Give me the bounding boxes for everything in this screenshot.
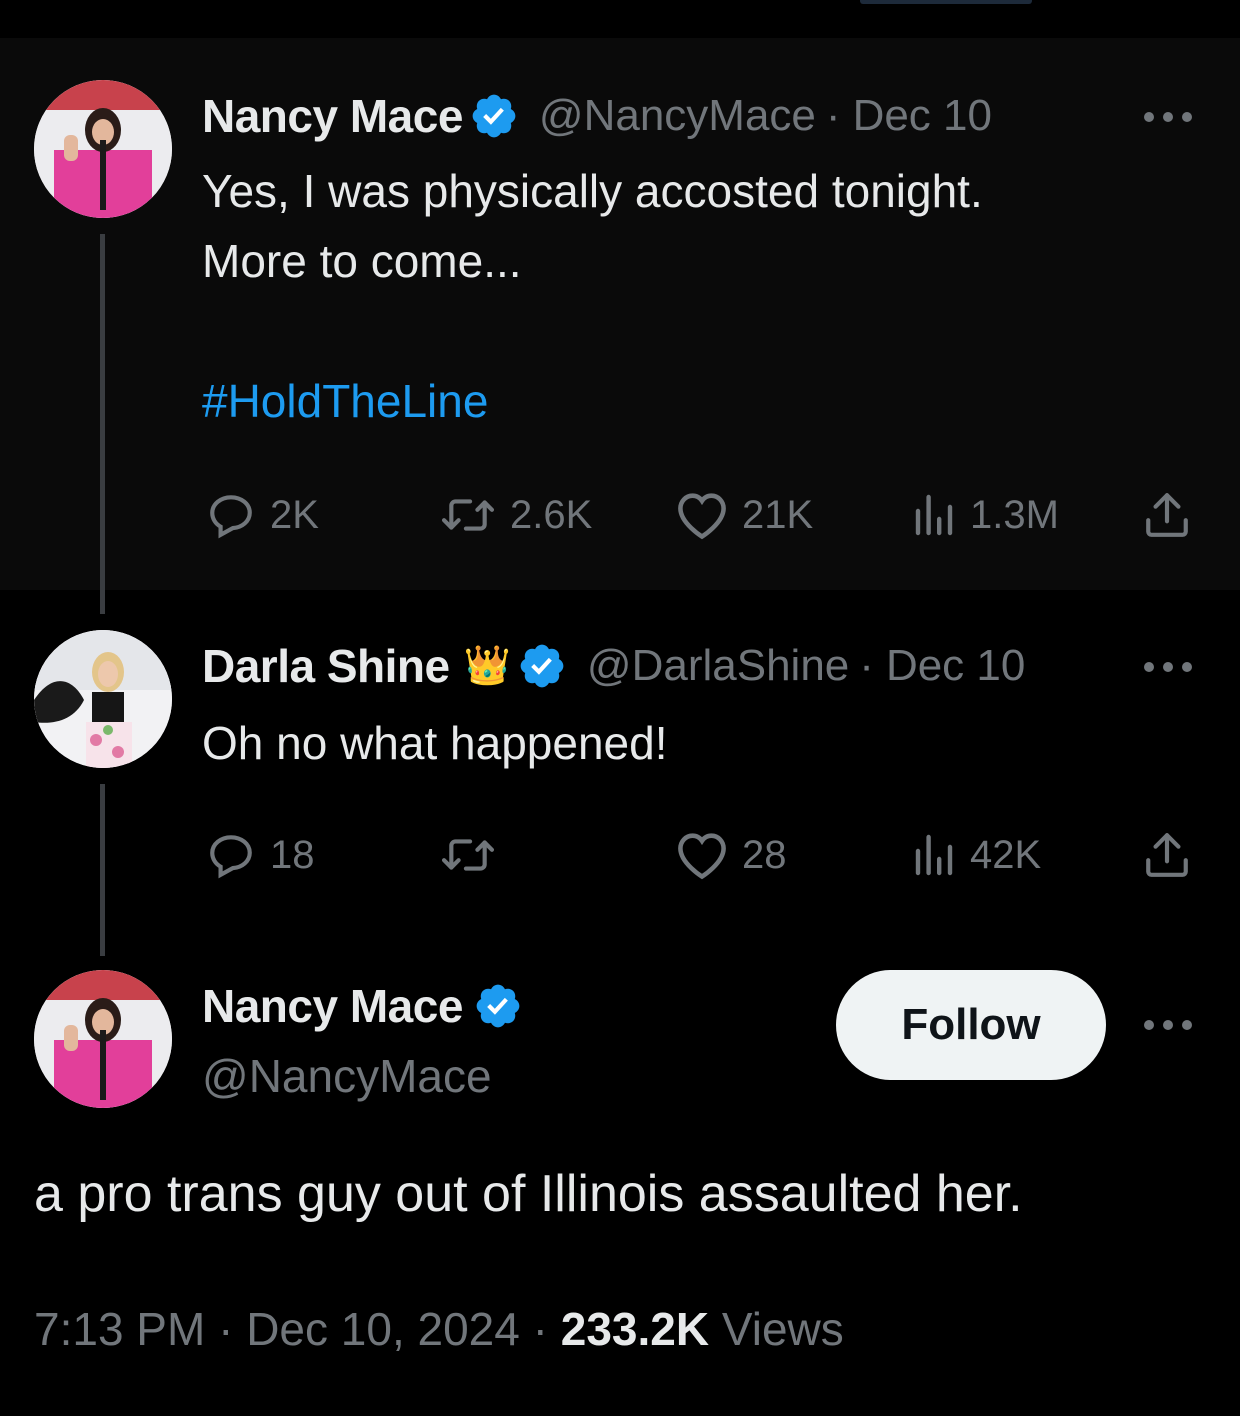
hashtag-link[interactable]: #HoldTheLine — [202, 374, 488, 428]
avatar-nancy-mace[interactable] — [34, 970, 172, 1108]
tweet-time[interactable]: 7:13 PM — [34, 1303, 205, 1355]
author-handle[interactable]: @NancyMace — [202, 1049, 492, 1103]
share-icon — [1146, 493, 1188, 537]
crown-badge: 👑 — [463, 645, 511, 687]
avatar-nancy-mace[interactable] — [34, 80, 172, 218]
repost-button[interactable] — [438, 830, 510, 880]
repost-button[interactable]: 2.6K — [438, 490, 592, 540]
share-button[interactable] — [1142, 830, 1192, 880]
verified-badge-icon — [520, 644, 564, 688]
like-button[interactable]: 28 — [674, 830, 787, 880]
more-icon[interactable] — [1142, 110, 1194, 124]
share-button[interactable] — [1142, 490, 1192, 540]
views-button[interactable]: 1.3M — [910, 490, 1059, 540]
top-bar — [0, 0, 1240, 38]
tweet-meta: 7:13 PM · Dec 10, 2024 · 233.2K Views — [34, 1302, 844, 1356]
like-icon — [678, 493, 726, 540]
top-indicator — [860, 0, 1032, 4]
thread-line — [100, 234, 105, 614]
tweet-date[interactable]: Dec 10 — [886, 641, 1025, 691]
verified-badge-icon — [472, 94, 516, 138]
tweet-text: Oh no what happened! — [202, 717, 668, 769]
separator-dot: · — [825, 91, 841, 140]
reply-count: 2K — [270, 492, 319, 537]
reply-button[interactable]: 2K — [204, 490, 319, 540]
reply-button[interactable]: 18 — [204, 830, 315, 880]
tweet-text: Yes, I was physically accosted tonight. … — [202, 165, 983, 287]
author-name[interactable]: Nancy Mace — [202, 979, 463, 1033]
more-icon[interactable] — [1142, 1018, 1194, 1032]
author-name[interactable]: Nancy Mace — [202, 89, 463, 143]
reply-icon — [210, 495, 252, 539]
follow-button[interactable]: Follow — [836, 970, 1106, 1080]
avatar-darla-shine[interactable] — [34, 630, 172, 768]
repost-icon — [441, 839, 495, 871]
like-button[interactable]: 21K — [674, 490, 813, 540]
tweet-text: a pro trans guy out of Illinois assaulte… — [34, 1165, 1023, 1223]
reply-icon — [210, 835, 252, 879]
reply-count: 18 — [270, 832, 315, 877]
repost-icon — [441, 499, 495, 531]
views-button[interactable]: 42K — [910, 830, 1041, 880]
separator-dot: · — [859, 641, 874, 690]
verified-badge-icon — [476, 984, 520, 1028]
views-label: Views — [721, 1303, 844, 1355]
more-icon[interactable] — [1142, 660, 1194, 674]
like-icon — [678, 833, 726, 880]
separator-dot: · — [218, 1303, 234, 1355]
views-count: 42K — [970, 832, 1042, 877]
like-count: 28 — [742, 832, 787, 877]
tweet-date[interactable]: Dec 10, 2024 — [246, 1303, 520, 1355]
share-icon — [1146, 833, 1188, 877]
tweet-date[interactable]: Dec 10 — [853, 91, 992, 141]
thread-line — [100, 784, 105, 956]
views-icon — [915, 494, 953, 536]
views-count: 1.3M — [970, 492, 1059, 537]
views-icon — [915, 834, 953, 876]
repost-count: 2.6K — [510, 492, 593, 537]
views-count: 233.2K — [560, 1303, 710, 1355]
like-count: 21K — [742, 492, 814, 537]
separator-dot: · — [532, 1303, 548, 1355]
author-name[interactable]: Darla Shine — [202, 639, 450, 693]
author-handle[interactable]: @DarlaShine — [587, 641, 849, 691]
author-handle[interactable]: @NancyMace — [539, 91, 816, 141]
